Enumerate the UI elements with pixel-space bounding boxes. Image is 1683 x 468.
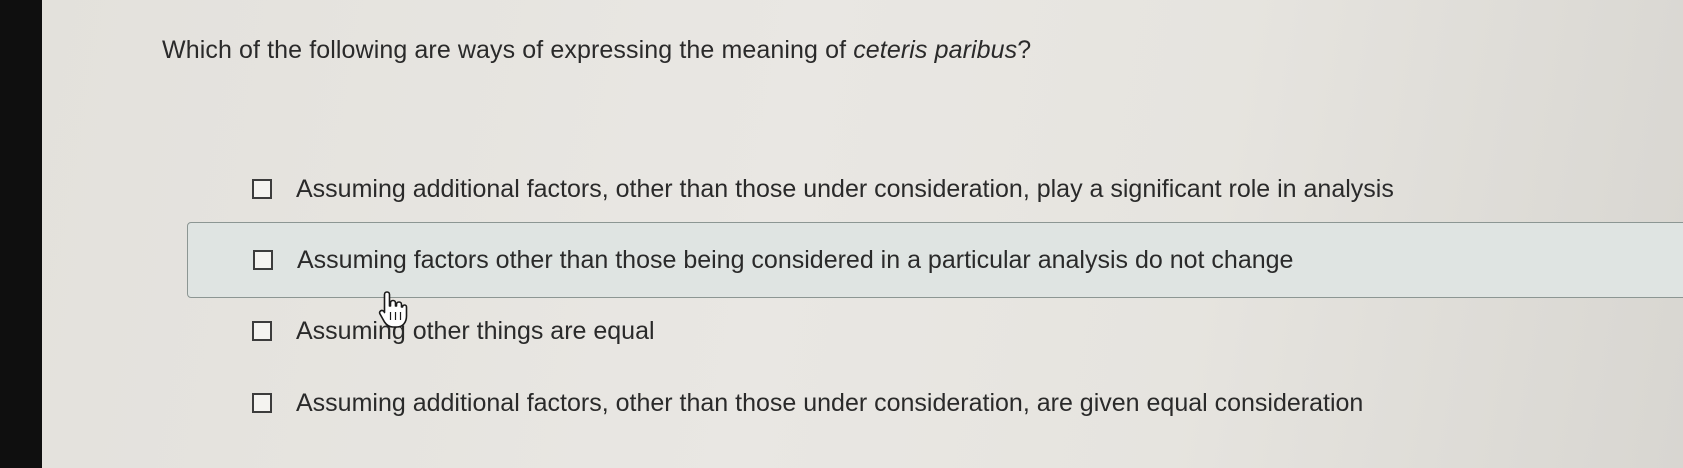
- question-italic-term: ceteris paribus: [853, 36, 1018, 64]
- answer-option-label: Assuming additional factors, other than …: [296, 388, 1364, 417]
- answer-option-label: Assuming factors other than those being …: [297, 245, 1294, 274]
- answer-option-label: Assuming additional factors, other than …: [296, 174, 1394, 203]
- answer-option-2[interactable]: Assuming factors other than those being …: [187, 222, 1683, 298]
- answer-option-4[interactable]: Assuming additional factors, other than …: [252, 378, 1363, 428]
- answer-option-label: Assuming other things are equal: [296, 316, 655, 345]
- question-prefix: Which of the following are ways of expre…: [162, 36, 854, 64]
- question-panel: Which of the following are ways of expre…: [42, 0, 1683, 468]
- question-suffix: ?: [1017, 36, 1032, 64]
- checkbox-empty-icon[interactable]: [252, 179, 272, 199]
- hand-pointer-icon: [378, 291, 408, 328]
- checkbox-empty-icon[interactable]: [252, 393, 272, 413]
- answer-option-1[interactable]: Assuming additional factors, other than …: [252, 164, 1394, 214]
- checkbox-empty-icon[interactable]: [253, 250, 273, 270]
- checkbox-empty-icon[interactable]: [252, 321, 272, 341]
- answer-option-3[interactable]: Assuming other things are equal: [252, 306, 655, 356]
- question-text: Which of the following are ways of expre…: [162, 36, 1031, 65]
